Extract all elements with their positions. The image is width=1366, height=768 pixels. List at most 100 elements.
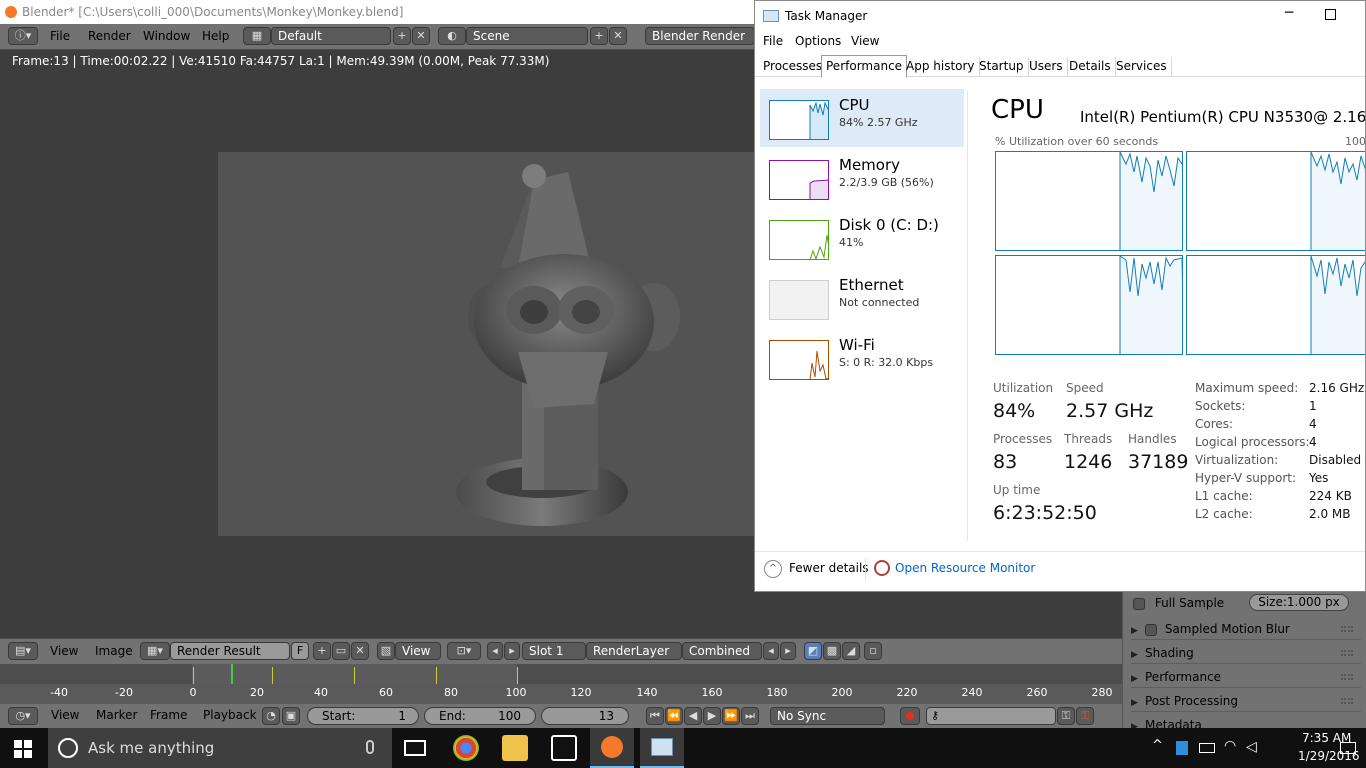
minimize-icon[interactable]: ─ — [1285, 5, 1293, 21]
filter-size-field[interactable]: Size:1.000 px — [1249, 594, 1349, 611]
panel-grip-icon[interactable] — [1341, 626, 1353, 632]
insert-keyframe-icon[interactable]: ⚿ — [1057, 707, 1075, 725]
task-view-icon[interactable] — [404, 740, 426, 756]
render-pass-selector[interactable]: Combined — [682, 642, 762, 660]
slot-prev-icon[interactable]: ◂ — [487, 642, 503, 660]
full-sample-checkbox[interactable] — [1133, 597, 1145, 610]
remove-scene-icon[interactable]: ✕ — [609, 27, 627, 45]
start-frame-field[interactable]: Start: 1 — [307, 707, 419, 725]
view-mode-selector[interactable]: View — [395, 642, 441, 660]
collapse-chevron-icon[interactable]: ^ — [764, 560, 782, 578]
open-image-icon[interactable]: ▭ — [332, 642, 350, 660]
pin-icon[interactable]: ▫ — [864, 642, 882, 660]
keying-set-field[interactable]: ⚷ — [926, 707, 1056, 725]
resource-wifi[interactable]: Wi-Fi S: 0 R: 32.0 Kbps — [760, 329, 964, 387]
pivot-icon[interactable]: ⊡▾ — [447, 642, 481, 660]
menu-frame[interactable]: Frame — [150, 708, 187, 722]
add-layout-icon[interactable]: + — [393, 27, 411, 45]
slot-selector[interactable]: Slot 1 — [522, 642, 586, 660]
screen-layout-icon[interactable]: ▦ — [243, 27, 271, 45]
render-engine-selector[interactable]: Blender Render — [645, 27, 755, 45]
play-reverse-icon[interactable]: ◀ — [684, 707, 702, 725]
start-windows-icon[interactable] — [14, 740, 32, 758]
menu-help[interactable]: Help — [202, 29, 229, 43]
panel-performance[interactable]: ▶ Performance — [1131, 666, 1361, 688]
panel-grip-icon[interactable] — [1341, 650, 1353, 656]
pass-next-icon[interactable]: ▸ — [780, 642, 796, 660]
jump-start-icon[interactable]: ⏮ — [646, 707, 664, 725]
menu-window[interactable]: Window — [143, 29, 190, 43]
open-resource-monitor-link[interactable]: Open Resource Monitor — [895, 561, 1035, 575]
preview-range-icon[interactable]: ◔ — [262, 707, 280, 725]
layout-selector[interactable]: Default — [271, 27, 391, 45]
tab-startup[interactable]: Startup — [975, 57, 1029, 77]
file-explorer-icon[interactable] — [502, 735, 528, 761]
battery-icon[interactable] — [1199, 743, 1215, 753]
menu-file[interactable]: File — [50, 29, 70, 43]
scene-icon[interactable]: ◐ — [438, 27, 466, 45]
blender-taskbar-button[interactable] — [590, 728, 634, 768]
tab-app-history[interactable]: App history — [902, 57, 980, 77]
fewer-details-link[interactable]: Fewer details — [789, 561, 869, 575]
tm-menu-file[interactable]: File — [763, 34, 783, 48]
notifications-icon[interactable] — [1340, 742, 1356, 754]
delete-keyframe-icon[interactable]: ⚿ — [1076, 707, 1094, 725]
render-layer-selector[interactable]: RenderLayer — [586, 642, 682, 660]
show-hidden-icons-icon[interactable]: ^ — [1152, 738, 1163, 753]
chrome-icon[interactable] — [453, 735, 479, 761]
record-icon[interactable]: ● — [900, 707, 920, 725]
end-frame-field[interactable]: End: 100 — [424, 707, 536, 725]
store-icon[interactable] — [551, 735, 577, 761]
draw-alpha-icon[interactable]: ▩ — [823, 642, 841, 660]
image-browse-icon[interactable]: ▦▾ — [140, 642, 170, 660]
panel-grip-icon[interactable] — [1341, 698, 1353, 704]
panel-grip-icon[interactable] — [1341, 674, 1353, 680]
jump-keyframe-forward-icon[interactable]: ⏩ — [722, 707, 740, 725]
view-mode-icon[interactable]: ▧ — [377, 642, 395, 660]
menu-playback[interactable]: Playback — [203, 708, 257, 722]
resource-memory[interactable]: Memory 2.2/3.9 GB (56%) — [760, 149, 964, 207]
tm-menu-options[interactable]: Options — [795, 34, 841, 48]
menu-marker[interactable]: Marker — [96, 708, 137, 722]
jump-keyframe-back-icon[interactable]: ⏪ — [665, 707, 683, 725]
tm-menu-view[interactable]: View — [851, 34, 879, 48]
draw-color-icon[interactable]: ◩ — [804, 642, 822, 660]
menu-view[interactable]: View — [50, 644, 78, 658]
slot-next-icon[interactable]: ▸ — [504, 642, 520, 660]
unlink-image-icon[interactable]: ✕ — [351, 642, 369, 660]
pass-prev-icon[interactable]: ◂ — [763, 642, 779, 660]
maximize-icon[interactable] — [1325, 9, 1336, 20]
tab-performance[interactable]: Performance — [821, 55, 908, 78]
editor-type-info-icon[interactable]: ⓘ▾ — [8, 27, 38, 45]
panel-sampled-motion-blur[interactable]: ▶ Sampled Motion Blur — [1131, 618, 1361, 640]
volume-icon[interactable]: ◁ — [1246, 739, 1257, 755]
sync-selector[interactable]: No Sync — [770, 707, 885, 725]
resource-disk[interactable]: Disk 0 (C: D:) 41% — [760, 209, 964, 267]
menu-timeline-view[interactable]: View — [51, 708, 79, 722]
editor-type-timeline-icon[interactable]: ◷▾ — [8, 707, 38, 725]
new-image-icon[interactable]: + — [313, 642, 331, 660]
add-scene-icon[interactable]: + — [590, 27, 608, 45]
task-manager-taskbar-button[interactable] — [640, 728, 684, 768]
editor-type-image-icon[interactable]: ▤▾ — [8, 642, 38, 660]
wifi-icon[interactable]: ◠ — [1224, 738, 1236, 754]
tab-services[interactable]: Services — [1112, 57, 1172, 77]
tab-details[interactable]: Details — [1065, 57, 1116, 77]
timeline-area[interactable]: -40 -20 0 20 40 60 80 100 120 140 160 18… — [0, 664, 1122, 704]
play-icon[interactable]: ▶ — [703, 707, 721, 725]
fake-user-button[interactable]: F — [291, 642, 309, 660]
draw-zbuffer-icon[interactable]: ◢ — [842, 642, 860, 660]
menu-render[interactable]: Render — [88, 29, 131, 43]
lock-icon[interactable]: ▣ — [282, 707, 300, 725]
tab-processes[interactable]: Processes — [759, 57, 828, 77]
menu-image[interactable]: Image — [95, 644, 133, 658]
tray-app-icon[interactable] — [1176, 741, 1188, 755]
motion-blur-checkbox[interactable] — [1145, 623, 1157, 636]
remove-layout-icon[interactable]: ✕ — [412, 27, 430, 45]
image-name-field[interactable]: Render Result — [170, 642, 290, 660]
jump-end-icon[interactable]: ⏭ — [741, 707, 759, 725]
panel-post-processing[interactable]: ▶ Post Processing — [1131, 690, 1361, 712]
current-frame-field[interactable]: 13 — [541, 707, 629, 725]
tab-users[interactable]: Users — [1025, 57, 1068, 77]
resource-cpu[interactable]: CPU 84% 2.57 GHz — [760, 89, 964, 147]
